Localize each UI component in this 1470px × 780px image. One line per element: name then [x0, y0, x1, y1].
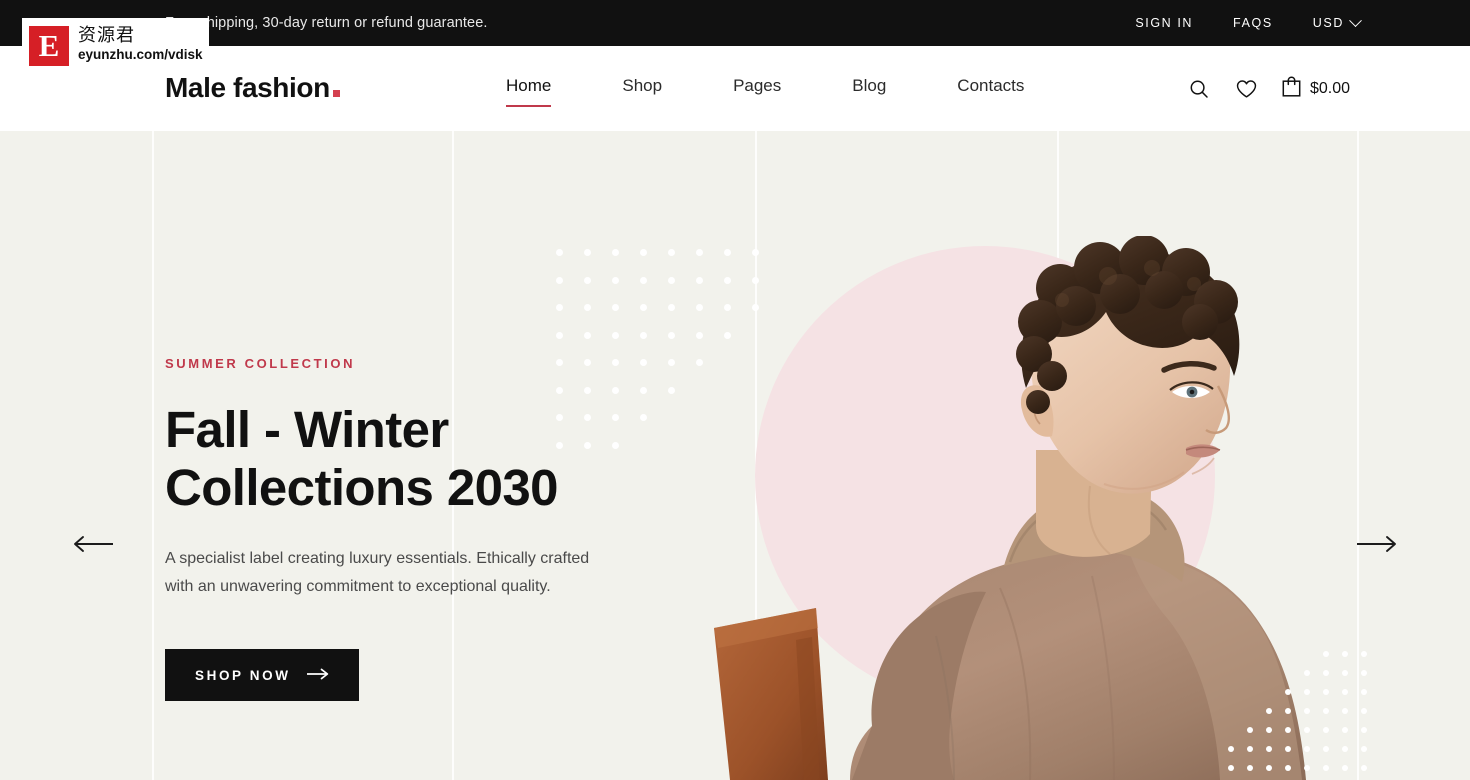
decorative-dot: [640, 304, 647, 311]
decorative-dot: [668, 386, 675, 394]
decorative-dot: [1361, 765, 1367, 771]
heart-icon[interactable]: [1234, 76, 1260, 102]
decorative-dot: [584, 249, 591, 256]
decorative-dot: [612, 304, 619, 311]
hero-content: SUMMER COLLECTION Fall - Winter Collecti…: [165, 356, 635, 701]
watermark-logo-icon: E: [27, 23, 71, 68]
decorative-dot: [640, 331, 647, 339]
decorative-dot: [1361, 746, 1367, 752]
decorative-dot: [1323, 727, 1329, 733]
hero-description: A specialist label creating luxury essen…: [165, 550, 590, 595]
decorative-dot: [1323, 689, 1329, 695]
decorative-dot: [556, 276, 563, 284]
arrow-right-icon: [306, 668, 329, 683]
decorative-dot: [1361, 689, 1367, 695]
decorative-dot: [1361, 708, 1367, 714]
carousel-prev-button[interactable]: [70, 530, 116, 560]
decorative-dot: [584, 304, 591, 311]
nav-item-home[interactable]: Home: [506, 76, 552, 107]
decorative-dot: [1361, 727, 1367, 733]
decorative-dot: [1361, 670, 1367, 676]
topbar-links: SIGN IN FAQS USD: [1115, 13, 1362, 30]
decorative-dot: [640, 276, 647, 284]
watermark-overlay: E 资源君 eyunzhu.com/vdisk: [22, 18, 209, 73]
decorative-dot: [1342, 765, 1348, 771]
decorative-dot: [1342, 689, 1348, 695]
decorative-dot: [668, 276, 675, 284]
decorative-dot: [668, 359, 675, 366]
decorative-dot: [668, 304, 675, 311]
header-action-icons: $0.00: [1186, 76, 1350, 102]
currency-selector[interactable]: USD: [1293, 13, 1362, 30]
decorative-dot: [1323, 670, 1329, 676]
nav-item-shop[interactable]: Shop: [622, 76, 662, 107]
decorative-dot: [1323, 708, 1329, 714]
watermark-logo-letter: E: [38, 28, 60, 63]
decorative-dot: [556, 304, 563, 311]
decorative-dot: [1342, 670, 1348, 676]
decorative-dot: [1323, 765, 1329, 771]
decorative-dot: [556, 331, 563, 339]
sweater-shape: [850, 547, 1306, 780]
decorative-dot: [1323, 746, 1329, 752]
decorative-dot: [640, 249, 647, 256]
site-logo[interactable]: Male fashion: [165, 72, 340, 104]
decorative-dot: [1342, 727, 1348, 733]
decorative-dot: [612, 331, 619, 339]
nav-item-contacts[interactable]: Contacts: [957, 76, 1024, 107]
shopping-bag-icon: [1282, 76, 1301, 102]
shop-now-button[interactable]: SHOP NOW: [165, 649, 359, 701]
decorative-dot: [556, 249, 563, 256]
page-title: Fall - Winter Collections 2030: [165, 401, 559, 516]
arrow-left-icon: [72, 535, 114, 556]
faqs-link[interactable]: FAQS: [1213, 16, 1293, 30]
sign-in-link[interactable]: SIGN IN: [1115, 16, 1213, 30]
decorative-dot: [584, 276, 591, 284]
logo-dot: [332, 90, 340, 97]
decorative-dot: [1342, 708, 1348, 714]
hero-carousel-slide: SUMMER COLLECTION Fall - Winter Collecti…: [0, 131, 1470, 780]
decorative-dot: [612, 249, 619, 256]
main-navigation: Home Shop Pages Blog Contacts: [506, 76, 1024, 107]
hero-model-image: [700, 236, 1320, 780]
site-header: Male fashion Home Shop Pages Blog Contac…: [0, 46, 1470, 131]
shop-now-label: SHOP NOW: [195, 667, 291, 683]
arrow-right-icon: [1356, 535, 1398, 556]
grid-line: [152, 131, 154, 780]
logo-text: Male fashion: [165, 72, 330, 103]
currency-label: USD: [1312, 16, 1344, 30]
decorative-dot: [668, 249, 675, 256]
decorative-dot: [1342, 651, 1348, 657]
cart-button[interactable]: $0.00: [1282, 76, 1350, 102]
nav-item-pages[interactable]: Pages: [733, 76, 781, 107]
search-icon[interactable]: [1186, 76, 1212, 102]
decorative-dot: [640, 359, 647, 366]
carousel-next-button[interactable]: [1354, 530, 1400, 560]
decorative-dot: [1323, 651, 1329, 657]
decorative-dot: [640, 386, 647, 394]
chair-shape: [714, 608, 828, 780]
decorative-dot: [1361, 651, 1367, 657]
watermark-chinese-text: 资源君: [78, 25, 135, 47]
hero-eyebrow: SUMMER COLLECTION: [165, 356, 356, 371]
decorative-dot: [1342, 746, 1348, 752]
grid-line: [1357, 131, 1359, 780]
watermark-url: eyunzhu.com/vdisk: [78, 47, 203, 63]
nav-item-blog[interactable]: Blog: [852, 76, 886, 107]
decorative-dot: [612, 276, 619, 284]
decorative-dot: [640, 414, 647, 421]
decorative-dot: [584, 331, 591, 339]
top-announcement-bar: Free shipping, 30-day return or refund g…: [0, 0, 1470, 46]
promo-text: Free shipping, 30-day return or refund g…: [165, 15, 488, 31]
chevron-down-icon: [1349, 13, 1362, 27]
watermark-text: 资源君 eyunzhu.com/vdisk: [78, 27, 203, 63]
decorative-dot: [668, 331, 675, 339]
cart-total-label: $0.00: [1309, 80, 1350, 97]
